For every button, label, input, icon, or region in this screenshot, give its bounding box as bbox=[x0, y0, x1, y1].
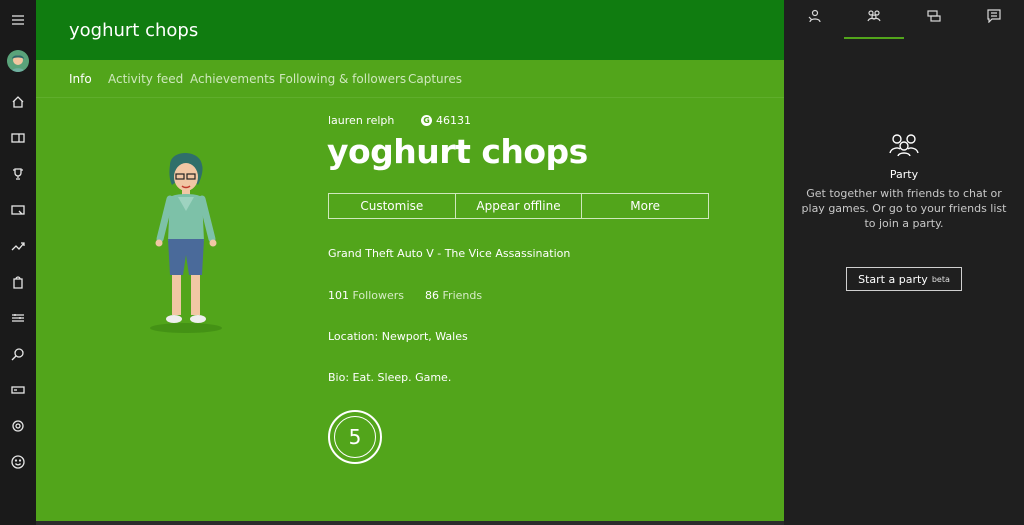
notifications-icon[interactable] bbox=[964, 9, 1024, 37]
more-button[interactable]: More bbox=[582, 194, 708, 218]
presence-text: Grand Theft Auto V - The Vice Assassinat… bbox=[328, 247, 571, 260]
active-tab-underline bbox=[844, 37, 904, 39]
friends-icon[interactable] bbox=[784, 9, 844, 37]
avatar-thumbnail bbox=[7, 50, 29, 72]
messages-icon[interactable] bbox=[904, 9, 964, 37]
party-title: Party bbox=[889, 168, 919, 181]
start-party-button[interactable]: Start a party beta bbox=[846, 267, 962, 291]
profile-tabs: Info Activity feed Achievements Followin… bbox=[36, 60, 784, 98]
home-icon[interactable] bbox=[0, 88, 36, 116]
game-dvr-icon[interactable] bbox=[0, 196, 36, 224]
hamburger-icon[interactable] bbox=[0, 6, 36, 34]
reputation-value: 5 bbox=[334, 416, 376, 458]
bottom-edge-bar bbox=[36, 521, 784, 525]
tab-activity-feed[interactable]: Activity feed bbox=[108, 72, 183, 86]
feedback-smiley-icon[interactable] bbox=[0, 448, 36, 476]
my-games-icon[interactable] bbox=[0, 124, 36, 152]
left-nav-rail bbox=[0, 0, 36, 525]
social-panel-tabs bbox=[784, 0, 1024, 40]
start-party-label: Start a party bbox=[858, 272, 928, 286]
profile-page: yoghurt chops Info Activity feed Achieve… bbox=[36, 0, 784, 521]
xbox-app-window: yoghurt chops Info Activity feed Achieve… bbox=[0, 0, 1024, 525]
avatar-figure bbox=[136, 145, 236, 340]
devices-icon[interactable] bbox=[0, 376, 36, 404]
profile-action-buttons: Customise Appear offline More bbox=[328, 193, 709, 219]
party-description: Get together with friends to chat or pla… bbox=[801, 187, 1007, 230]
trending-icon[interactable] bbox=[0, 232, 36, 260]
reputation-badge: 5 bbox=[328, 410, 382, 464]
avatar[interactable] bbox=[0, 47, 36, 75]
achievements-trophy-icon[interactable] bbox=[0, 160, 36, 188]
search-icon[interactable] bbox=[0, 340, 36, 368]
store-icon[interactable] bbox=[0, 268, 36, 296]
party-large-icon bbox=[889, 133, 919, 157]
social-counts: 101 Followers 86 Friends bbox=[328, 289, 482, 302]
friends-count[interactable]: 86 bbox=[425, 289, 439, 302]
location-text: Location: Newport, Wales bbox=[328, 330, 468, 343]
beta-badge: beta bbox=[931, 274, 950, 284]
connect-icon[interactable] bbox=[0, 304, 36, 332]
gamertag: yoghurt chops bbox=[327, 132, 588, 171]
gamerscore-icon: G bbox=[421, 115, 432, 126]
party-icon[interactable] bbox=[844, 9, 904, 39]
friends-label[interactable]: Friends bbox=[443, 289, 483, 302]
followers-count[interactable]: 101 bbox=[328, 289, 349, 302]
followers-label[interactable]: Followers bbox=[353, 289, 405, 302]
real-name: lauren relph bbox=[328, 114, 395, 127]
settings-gear-icon[interactable] bbox=[0, 412, 36, 440]
gamerscore-value: 46131 bbox=[436, 114, 471, 127]
tab-info[interactable]: Info bbox=[69, 72, 92, 86]
appear-offline-button[interactable]: Appear offline bbox=[456, 194, 583, 218]
page-title: yoghurt chops bbox=[69, 20, 199, 41]
tab-captures[interactable]: Captures bbox=[408, 72, 462, 86]
bio-text: Bio: Eat. Sleep. Game. bbox=[328, 371, 452, 384]
profile-header: yoghurt chops bbox=[36, 0, 784, 60]
tab-achievements[interactable]: Achievements bbox=[190, 72, 275, 86]
gamerscore: G 46131 bbox=[421, 114, 471, 127]
customise-button[interactable]: Customise bbox=[329, 194, 456, 218]
social-panel: Party Get together with friends to chat … bbox=[784, 0, 1024, 525]
tab-following-followers[interactable]: Following & followers bbox=[279, 72, 406, 86]
